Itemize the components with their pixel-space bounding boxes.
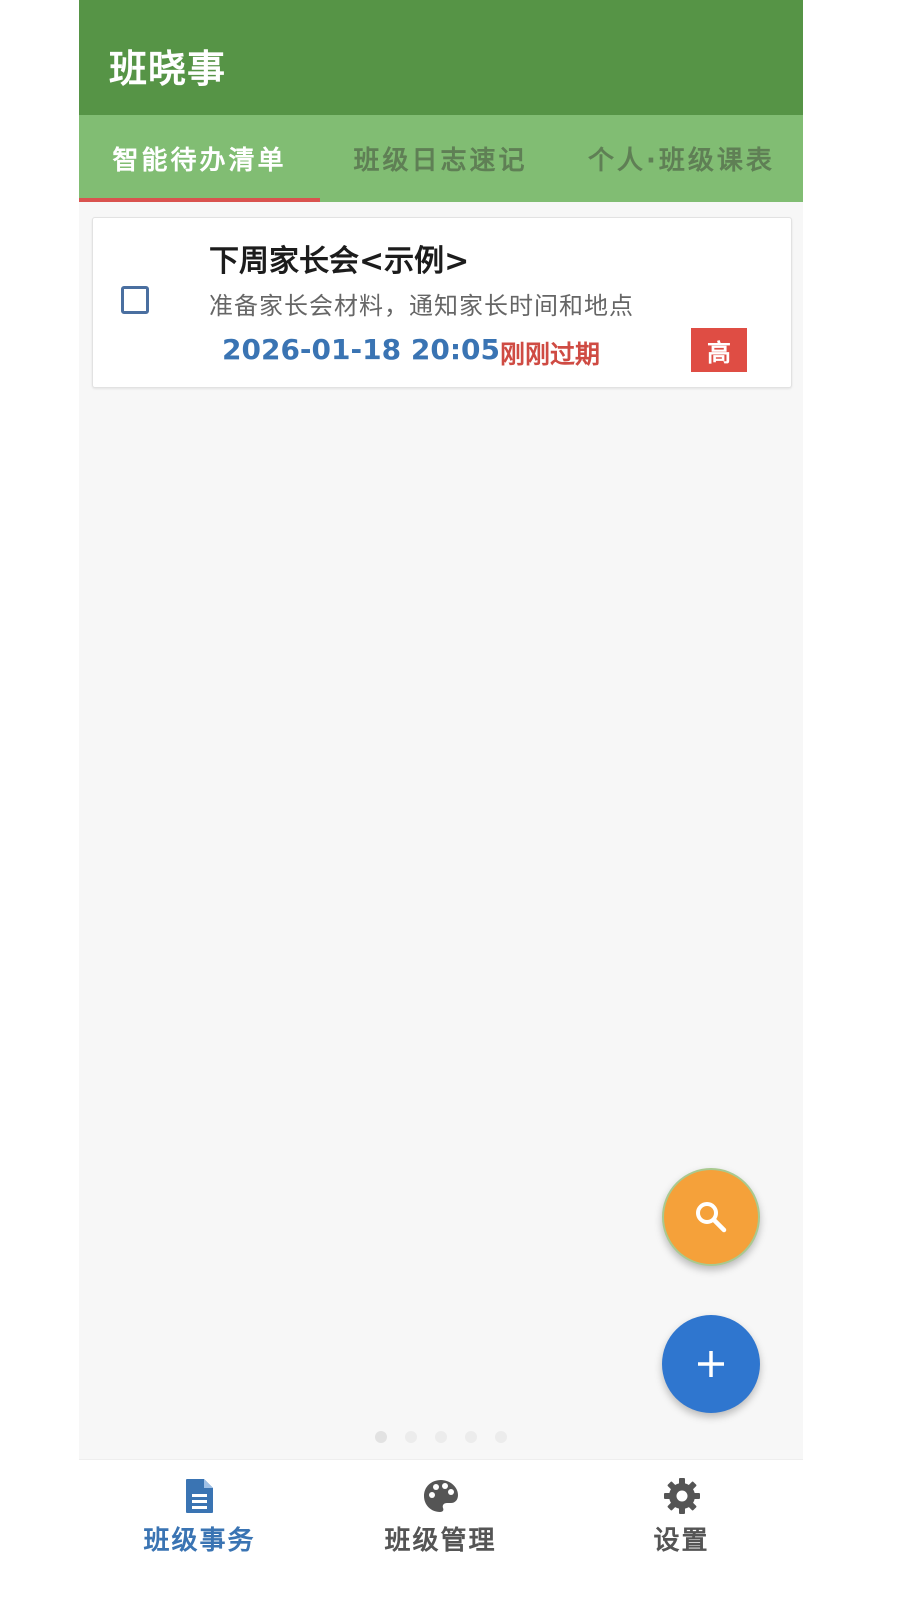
tab-indicator <box>79 198 320 202</box>
priority-badge: 高 <box>691 328 747 372</box>
todo-description: 准备家长会材料，通知家长时间和地点 <box>209 292 634 320</box>
search-fab-button[interactable] <box>662 1168 760 1266</box>
nav-label: 设置 <box>653 1526 710 1556</box>
nav-class-management[interactable]: 班级管理 <box>320 1476 561 1586</box>
gear-icon <box>662 1476 702 1516</box>
nav-label: 班级管理 <box>384 1526 497 1556</box>
tab-class-log[interactable]: 班级日志速记 <box>320 115 561 202</box>
nav-label: 班级事务 <box>143 1526 256 1556</box>
page-dot <box>465 1431 477 1443</box>
tab-timetable[interactable]: 个人·班级课表 <box>561 115 802 202</box>
page-dot <box>405 1431 417 1443</box>
page-indicator <box>79 1431 803 1445</box>
todo-checkbox[interactable] <box>121 286 149 314</box>
nav-class-affairs[interactable]: 班级事务 <box>79 1476 320 1586</box>
page-dot <box>435 1431 447 1443</box>
app-title: 班晓事 <box>109 47 227 91</box>
todo-due-datetime: 2026-01-18 20:05 <box>222 333 500 366</box>
add-todo-fab-button[interactable] <box>662 1315 760 1413</box>
search-icon <box>696 1202 727 1233</box>
app-screen: 班晓事 智能待办清单 班级日志速记 个人·班级课表 下周家长会<示例> 准备家长… <box>79 0 803 1600</box>
page-dot <box>495 1431 507 1443</box>
document-icon <box>180 1476 220 1516</box>
palette-icon <box>421 1476 461 1516</box>
plus-icon <box>698 1351 724 1377</box>
page-dot <box>375 1431 387 1443</box>
todo-title: 下周家长会<示例> <box>209 244 470 279</box>
tab-smart-todo[interactable]: 智能待办清单 <box>79 115 320 202</box>
todo-overdue-status: 刚刚过期 <box>500 340 601 369</box>
app-bar: 班晓事 <box>79 0 803 115</box>
tab-bar: 智能待办清单 班级日志速记 个人·班级课表 <box>79 115 803 202</box>
bottom-navigation: 班级事务 班级管理 设置 <box>79 1459 803 1600</box>
nav-settings[interactable]: 设置 <box>561 1476 802 1586</box>
todo-item-card[interactable]: 下周家长会<示例> 准备家长会材料，通知家长时间和地点 2026-01-18 2… <box>92 217 792 388</box>
